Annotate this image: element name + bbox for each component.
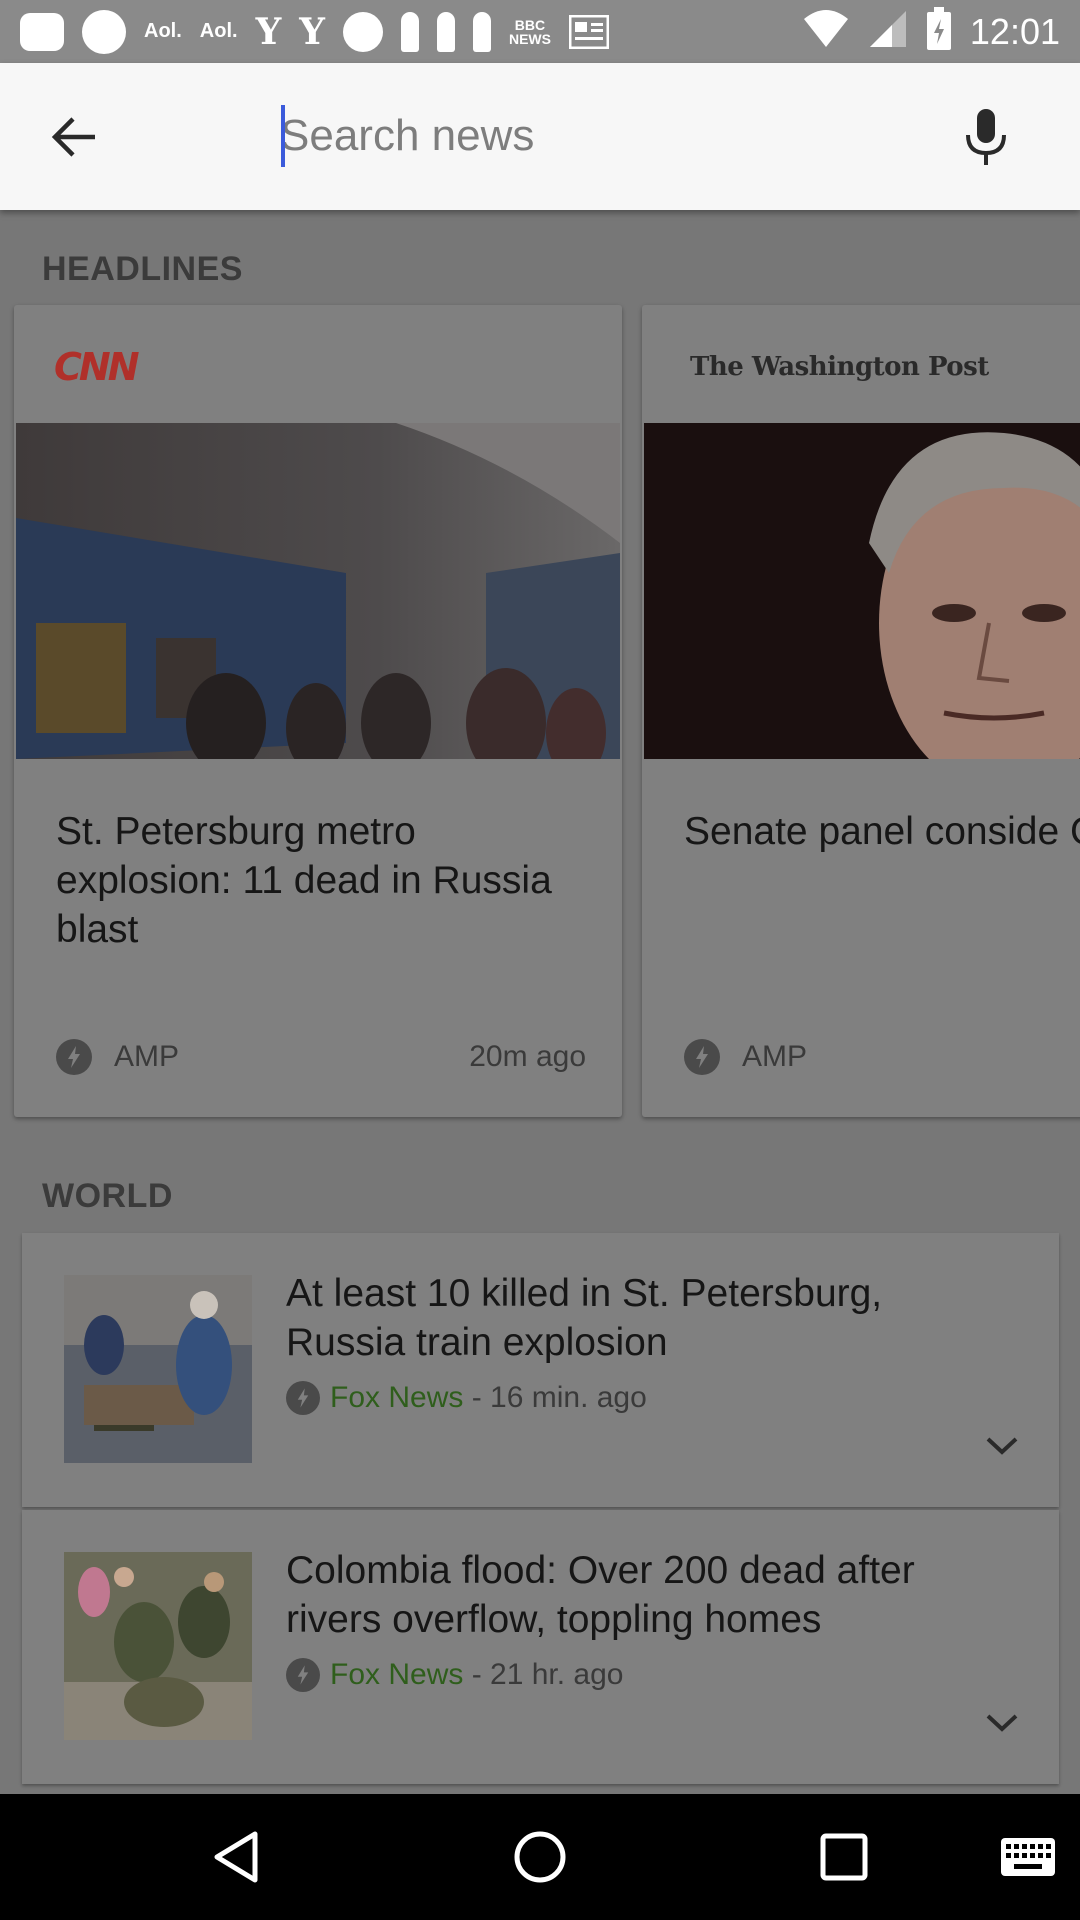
aol-icon: Aol. — [199, 20, 238, 42]
card-time: 20m ago — [469, 1040, 586, 1073]
meta-separator: - — [463, 1381, 491, 1414]
text-cursor — [281, 105, 285, 167]
message-icon — [20, 10, 64, 54]
aol-app-icon — [82, 9, 126, 54]
voice-search-button[interactable] — [950, 99, 1022, 175]
amp-lightning-icon — [56, 1039, 92, 1075]
card-image — [644, 423, 1080, 759]
signal-icon — [868, 9, 908, 54]
expand-button[interactable] — [972, 1698, 1032, 1748]
list-item[interactable]: Colombia flood: Over 200 dead after rive… — [22, 1510, 1059, 1784]
card-source: The Washington Post — [690, 352, 989, 382]
yahoo-mail-icon — [342, 10, 383, 54]
article-source[interactable]: Fox News — [330, 1658, 463, 1692]
search-input[interactable] — [280, 103, 920, 169]
expand-button[interactable] — [972, 1421, 1032, 1471]
search-bar — [0, 63, 1080, 210]
world-section-title: WORLD — [42, 1177, 173, 1215]
microphone-icon — [966, 109, 1006, 165]
card-headline: St. Petersburg metro explosion: 11 dead … — [56, 810, 552, 951]
article-title: At least 10 killed in St. Petersburg, Ru… — [286, 1272, 883, 1364]
key-icon — [400, 10, 419, 54]
headline-card[interactable]: The Washington Post Senate panel conside… — [642, 305, 1080, 1117]
battery-icon — [926, 7, 952, 56]
news-text: NEWS — [508, 30, 551, 47]
recents-nav-button[interactable] — [804, 1822, 884, 1892]
keyboard-icon — [1001, 1838, 1055, 1876]
amp-badge: AMP — [742, 1040, 808, 1073]
home-nav-button[interactable] — [500, 1822, 580, 1892]
key-icon — [472, 10, 491, 54]
card-footer: AMP — [684, 1037, 1080, 1077]
notification-icons: Aol. Aol. Y Y BBC NEWS — [20, 9, 802, 54]
article-meta: Fox News - 21 hr. ago — [286, 1658, 623, 1692]
article-title: Colombia flood: Over 200 dead after rive… — [286, 1549, 915, 1641]
yahoo-icon: Y — [299, 10, 325, 53]
back-nav-button[interactable] — [196, 1822, 276, 1892]
back-arrow-icon — [51, 116, 95, 157]
cnn-logo: CNN — [54, 345, 139, 389]
aol-icon: Aol. — [144, 20, 182, 42]
amp-lightning-icon — [684, 1039, 720, 1075]
article-thumbnail — [64, 1275, 252, 1463]
amp-badge: AMP — [114, 1040, 180, 1073]
meta-separator: - — [463, 1658, 491, 1691]
chevron-down-icon — [986, 1437, 1018, 1455]
bbc-news-icon: BBC NEWS — [509, 10, 551, 54]
card-footer: AMP 20m ago — [56, 1037, 586, 1077]
newspaper-icon — [568, 10, 609, 54]
card-source: CNN — [54, 345, 139, 389]
headline-card[interactable]: CNN St. Petersburg metro explosion: 11 d… — [14, 305, 622, 1117]
amp-lightning-icon — [286, 1658, 320, 1692]
card-headline: Senate panel conside Gorsuch as threat o… — [684, 810, 1080, 853]
back-triangle-icon — [214, 1831, 258, 1883]
article-meta: Fox News - 16 min. ago — [286, 1381, 647, 1415]
article-time: 16 min. ago — [490, 1381, 647, 1414]
clock: 12:01 — [969, 10, 1060, 52]
amp-lightning-icon — [286, 1381, 320, 1415]
list-item[interactable]: At least 10 killed in St. Petersburg, Ru… — [22, 1233, 1059, 1507]
yahoo-icon: Y — [255, 10, 282, 53]
card-image — [16, 423, 620, 759]
wifi-icon — [802, 9, 850, 54]
recents-square-icon — [820, 1833, 868, 1881]
article-time: 21 hr. ago — [490, 1658, 624, 1691]
chevron-down-icon — [986, 1714, 1018, 1732]
status-bar: Aol. Aol. Y Y BBC NEWS 12:01 — [0, 0, 1080, 63]
bbc-text: BBC — [514, 16, 546, 33]
headlines-section-title: HEADLINES — [42, 250, 243, 288]
home-circle-icon — [514, 1831, 566, 1883]
washington-post-logo: The Washington Post — [690, 345, 989, 389]
system-status: 12:01 — [802, 7, 1060, 56]
navigation-bar — [0, 1794, 1080, 1920]
key-icon — [436, 10, 455, 54]
article-thumbnail — [64, 1552, 252, 1740]
article-source[interactable]: Fox News — [330, 1381, 463, 1415]
keyboard-switch-button[interactable] — [988, 1822, 1068, 1892]
back-button[interactable] — [0, 63, 146, 210]
